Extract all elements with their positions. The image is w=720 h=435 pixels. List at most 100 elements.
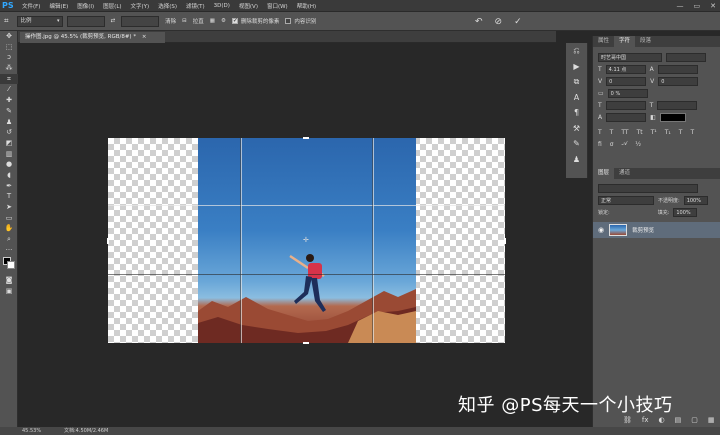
menu-image[interactable]: 图像(I) <box>77 2 94 10</box>
minimize-icon[interactable]: — <box>677 0 684 12</box>
tab-character[interactable]: 字符 <box>614 36 636 47</box>
font-family-select[interactable]: 时艺哥中国 <box>598 52 662 62</box>
menu-select[interactable]: 选择(S) <box>158 2 177 10</box>
fill-field[interactable]: 100% <box>673 207 698 217</box>
crop-handle-right[interactable] <box>504 238 506 244</box>
underline-icon[interactable]: T <box>679 129 683 136</box>
overlay-grid-icon[interactable]: ▦ <box>210 18 215 24</box>
zoom-level[interactable]: 45.53% <box>22 427 41 435</box>
swash-icon[interactable]: 𝒜 <box>622 140 628 148</box>
leading-field[interactable] <box>657 64 698 74</box>
move-tool-icon[interactable]: ✥ <box>0 31 18 42</box>
subscript-icon[interactable]: T₁ <box>665 129 671 136</box>
shape-tool-icon[interactable]: ▭ <box>0 213 18 224</box>
straighten-icon[interactable]: ⊟ <box>182 18 187 24</box>
tab-layers[interactable]: 图层 <box>593 168 615 179</box>
font-style-select[interactable] <box>666 52 706 62</box>
crop-handle-bottom[interactable] <box>303 342 309 344</box>
stamp-tool-icon[interactable]: ♟ <box>0 117 18 128</box>
menu-type[interactable]: 文字(Y) <box>131 2 150 10</box>
cancel-crop-icon[interactable]: ⊘ <box>495 17 503 27</box>
quick-mask-icon[interactable]: ◙ <box>0 275 18 286</box>
eyedropper-tool-icon[interactable]: ⁄ <box>0 84 18 95</box>
gradient-tool-icon[interactable]: ▥ <box>0 149 18 160</box>
reset-icon[interactable]: ↶ <box>475 17 483 27</box>
layer-filter-field[interactable] <box>598 183 698 193</box>
straighten-label[interactable]: 拉直 <box>193 17 204 25</box>
kerning-field[interactable]: 0 <box>606 76 647 86</box>
clone-source-icon[interactable]: ♟ <box>566 152 587 168</box>
character-panel-icon[interactable]: A <box>566 90 587 106</box>
faux-bold-icon[interactable]: T <box>598 129 602 136</box>
link-layers-icon[interactable]: ⛓ <box>623 416 632 424</box>
font-size-field[interactable]: 4.11 点 <box>605 64 646 74</box>
menu-filter[interactable]: 滤镜(T) <box>186 2 205 10</box>
ratio-height-field[interactable] <box>121 15 160 27</box>
close-tab-icon[interactable]: × <box>142 34 147 40</box>
more-tools-icon[interactable]: ··· <box>0 245 18 256</box>
history-brush-tool-icon[interactable]: ↺ <box>0 127 18 138</box>
ordinal-icon[interactable]: σ <box>610 141 614 148</box>
adjustment-layer-icon[interactable]: ▤ <box>675 416 682 424</box>
menu-edit[interactable]: 编辑(E) <box>49 2 68 10</box>
faux-italic-icon[interactable]: T <box>610 129 614 136</box>
visibility-eye-icon[interactable]: ◉ <box>598 226 604 234</box>
magic-wand-tool-icon[interactable]: ⁂ <box>0 63 18 74</box>
screen-mode-icon[interactable]: ▣ <box>0 286 18 297</box>
history-panel-icon[interactable]: ⎌ <box>566 43 587 59</box>
ligature-icon[interactable]: fi <box>598 141 602 148</box>
layer-comps-icon[interactable]: ⧉ <box>566 74 587 90</box>
crop-handle-left[interactable] <box>107 238 109 244</box>
zoom-tool-icon[interactable]: ⌕ <box>0 234 18 245</box>
ratio-select[interactable]: 比例 ▾ <box>16 15 63 27</box>
maximize-icon[interactable]: ▭ <box>694 0 701 12</box>
opacity-field[interactable]: 100% <box>683 195 708 205</box>
settings-gear-icon[interactable]: ⚙ <box>221 18 226 24</box>
marquee-tool-icon[interactable]: ⬚ <box>0 42 18 53</box>
delete-cropped-checkbox[interactable] <box>231 17 238 24</box>
small-caps-icon[interactable]: Tt <box>637 129 643 136</box>
blur-tool-icon[interactable]: ● <box>0 159 18 170</box>
layer-row[interactable]: ◉ 裁剪预览 <box>593 222 720 238</box>
horizontal-scale-field[interactable] <box>657 100 698 110</box>
tracking-field[interactable]: 0 <box>658 76 699 86</box>
text-color-swatch[interactable] <box>659 112 686 122</box>
eraser-tool-icon[interactable]: ◩ <box>0 138 18 149</box>
menu-file[interactable]: 文件(F) <box>22 2 40 10</box>
crop-icon[interactable]: ⌗ <box>4 16 9 26</box>
clear-button[interactable]: 清除 <box>165 17 176 25</box>
brush-tool-icon[interactable]: ✎ <box>0 106 18 117</box>
tab-paragraph[interactable]: 段落 <box>635 36 656 47</box>
canvas-area[interactable]: ✛ <box>18 43 556 427</box>
baseline-field[interactable] <box>606 112 647 122</box>
document-size[interactable]: 文档:4.50M/2.46M <box>64 427 108 435</box>
new-layer-icon[interactable]: ▦ <box>708 416 715 424</box>
content-aware-checkbox[interactable] <box>285 18 292 24</box>
menu-layer[interactable]: 图层(L) <box>103 2 121 10</box>
color-swatches[interactable] <box>0 255 17 275</box>
dodge-tool-icon[interactable]: ◖ <box>0 170 18 181</box>
add-mask-icon[interactable]: ◐ <box>659 416 665 424</box>
close-window-icon[interactable]: ✕ <box>710 0 716 12</box>
menu-3d[interactable]: 3D(D) <box>214 3 230 9</box>
fraction-icon[interactable]: ½ <box>635 141 641 148</box>
path-select-tool-icon[interactable]: ➤ <box>0 202 18 213</box>
tsume-field[interactable]: 0 % <box>607 88 648 98</box>
brush-panel-icon[interactable]: ✎ <box>566 136 587 152</box>
background-color[interactable] <box>7 261 15 270</box>
blend-mode-select[interactable]: 正常 <box>598 195 654 205</box>
swap-icon[interactable]: ⇄ <box>111 18 116 24</box>
tab-properties[interactable]: 属性 <box>593 36 614 47</box>
menu-view[interactable]: 视图(V) <box>239 2 258 10</box>
crop-handle-top[interactable] <box>303 137 309 139</box>
healing-tool-icon[interactable]: ✚ <box>0 95 18 106</box>
pen-tool-icon[interactable]: ✒ <box>0 181 18 192</box>
vertical-scale-field[interactable] <box>605 100 646 110</box>
new-group-icon[interactable]: ▢ <box>691 416 698 424</box>
paragraph-panel-icon[interactable]: ¶ <box>566 105 587 121</box>
superscript-icon[interactable]: T¹ <box>651 129 657 136</box>
menu-window[interactable]: 窗口(W) <box>267 2 288 10</box>
layer-style-icon[interactable]: fx <box>642 416 649 424</box>
commit-crop-icon[interactable]: ✓ <box>514 17 522 27</box>
menu-help[interactable]: 帮助(H) <box>297 2 316 10</box>
